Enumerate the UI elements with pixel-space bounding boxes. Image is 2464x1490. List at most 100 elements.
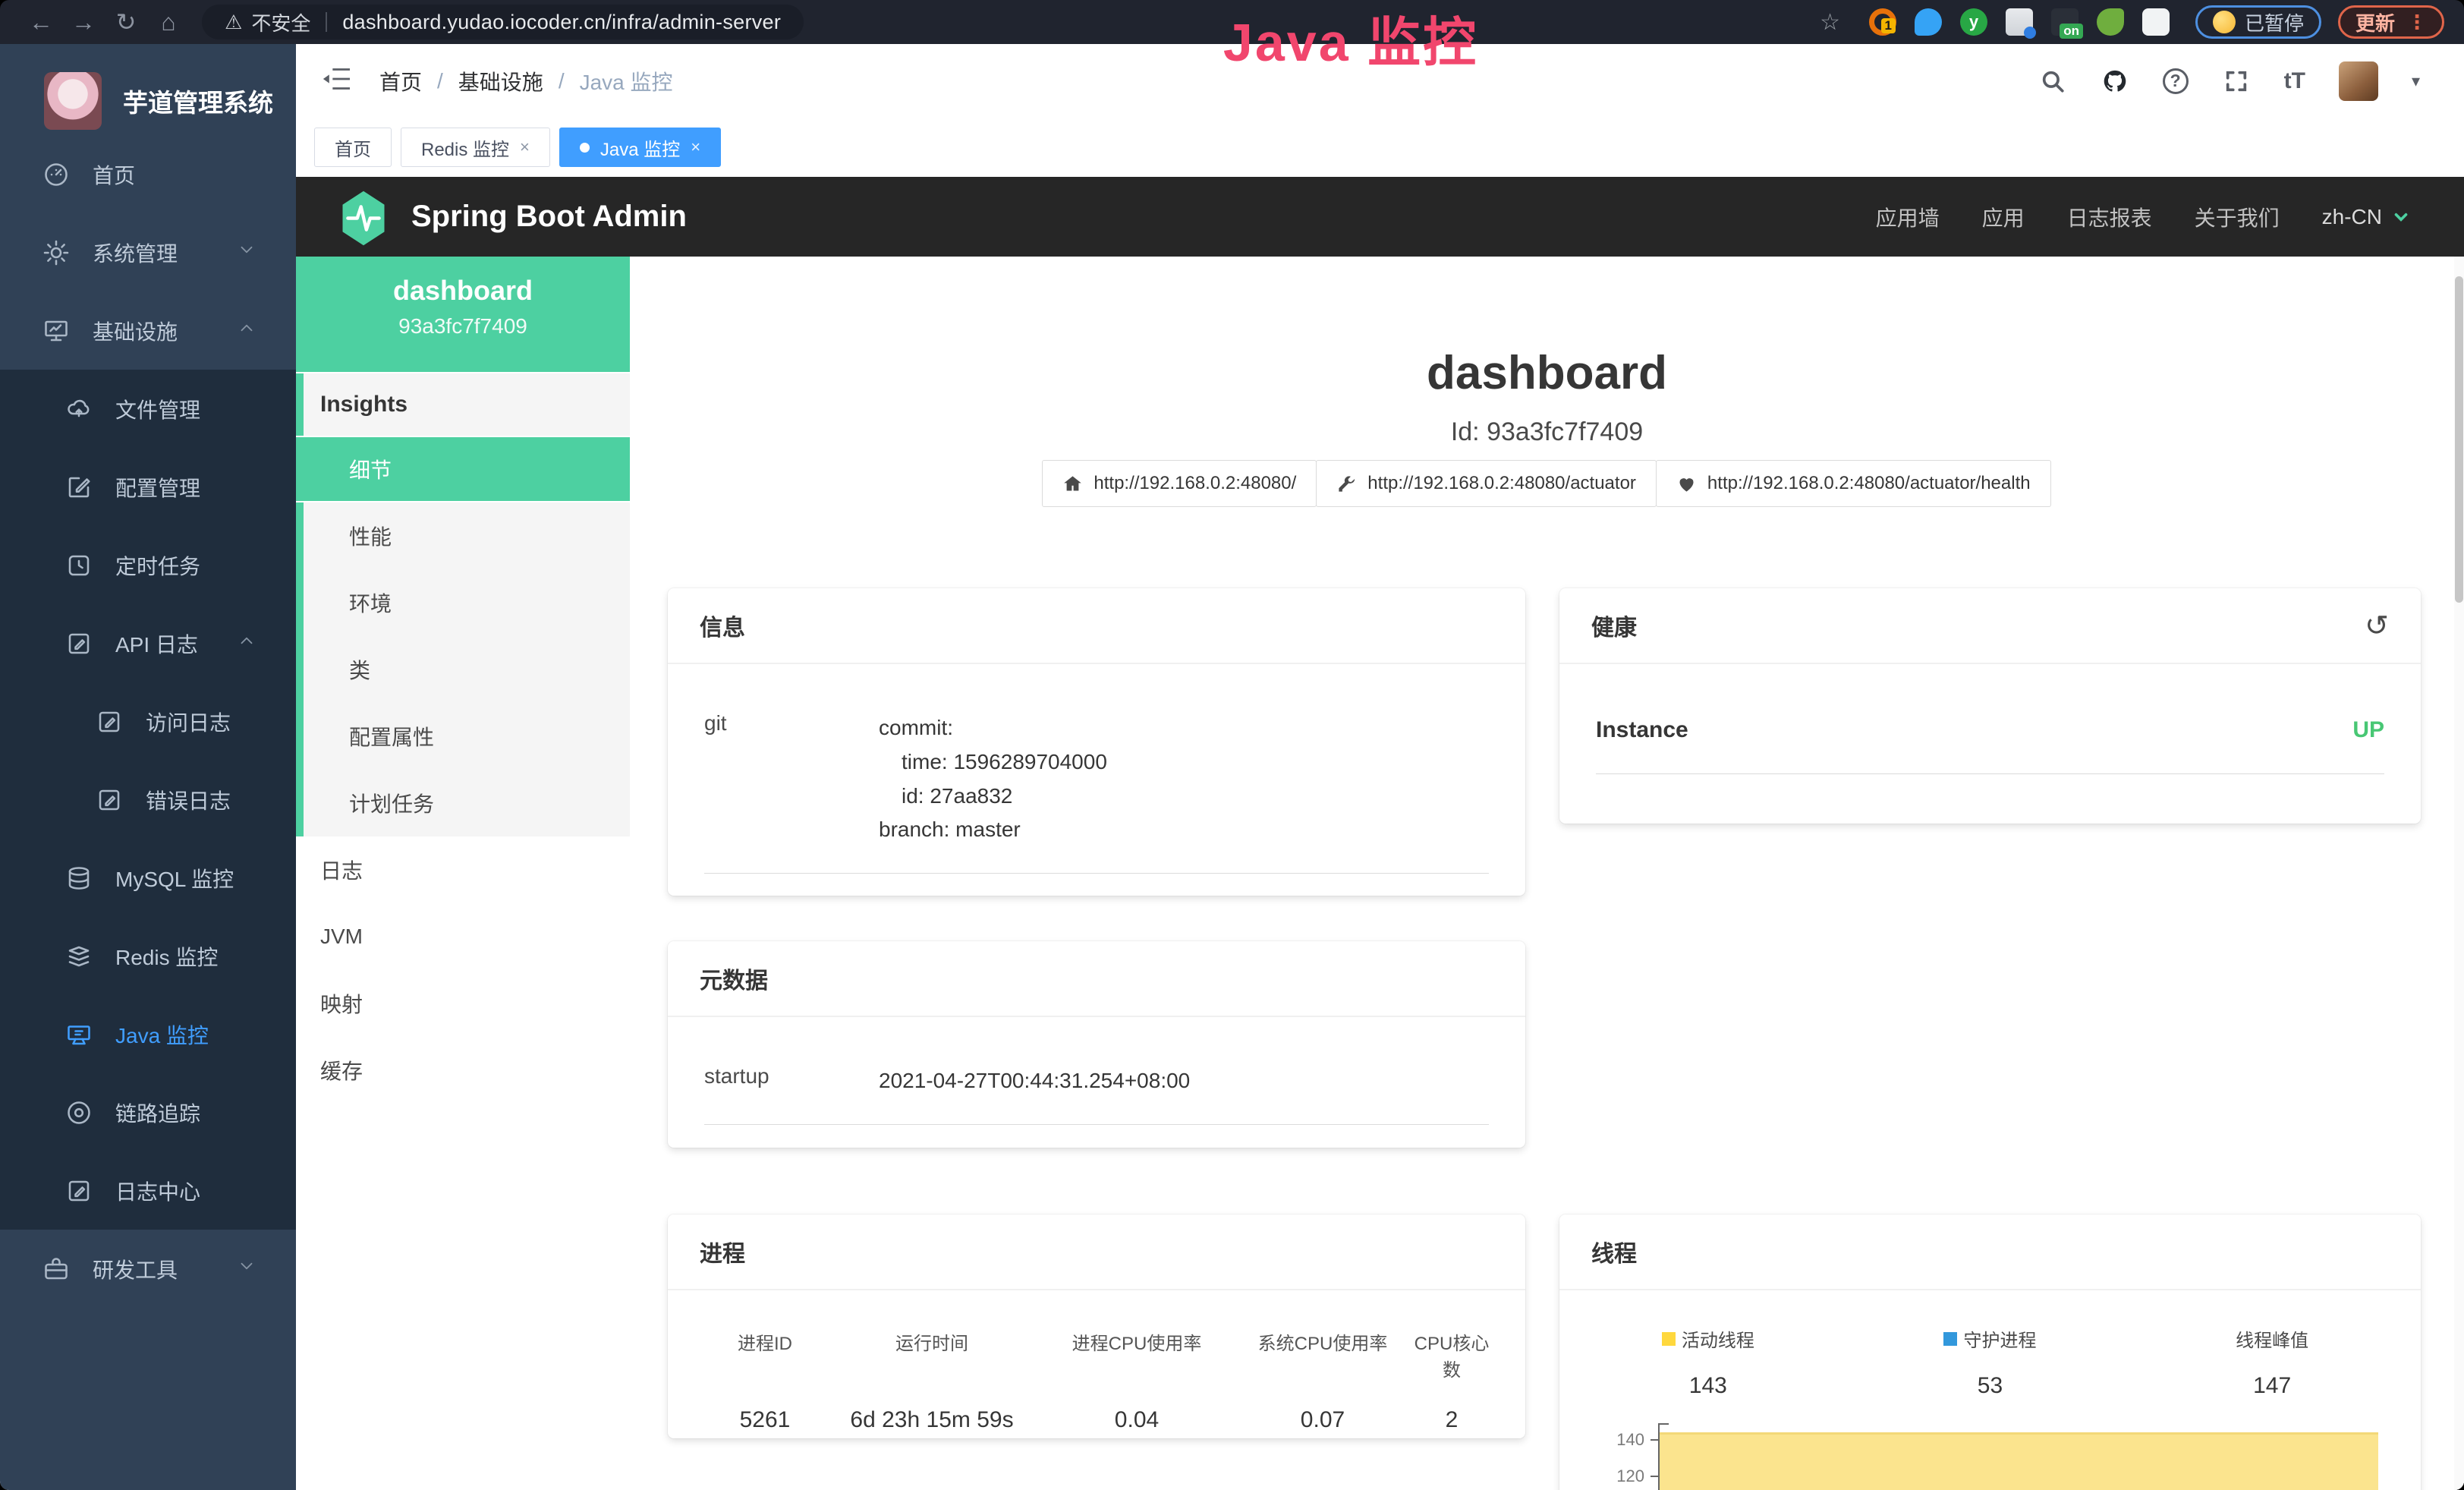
sba-nav-about[interactable]: 关于我们 [2195,202,2280,232]
close-icon[interactable]: × [691,137,700,157]
health-url-button[interactable]: http://192.168.0.2:48080/actuator/health [1656,460,2051,507]
forward-button[interactable]: → [62,8,105,36]
menu-item-scheduled-tasks[interactable]: 计划任务 [304,770,630,836]
legend-live-value: 143 [1567,1373,1849,1399]
update-button[interactable]: 更新 ⋮ [2338,5,2444,39]
service-url-button[interactable]: http://192.168.0.2:48080/ [1042,460,1317,507]
sidebar-item-config[interactable]: 配置管理 [0,448,296,526]
history-icon[interactable]: ↺ [2365,609,2389,643]
avatar-caret-icon[interactable]: ▾ [2412,71,2420,91]
edit-icon [65,474,93,501]
sidebar-item-label: API 日志 [115,628,198,659]
close-icon[interactable]: × [520,137,530,157]
process-card: 进程 进程ID 运行时间 进程CPU使用率 系统CPU使用率 CPU核心数 52… [668,1214,1525,1438]
sba-nav-journal[interactable]: 日志报表 [2067,202,2152,232]
sidebar-item-system[interactable]: 系统管理 [0,213,296,291]
sidebar-item-label: 文件管理 [115,394,200,424]
health-card-title: 健康 [1591,609,1637,642]
sidebar-item-home[interactable]: 首页 [0,135,296,213]
sidebar-item-jobs[interactable]: 定时任务 [0,526,296,604]
sba-nav-applications[interactable]: 应用 [1982,202,2025,232]
sidebar-item-error-log[interactable]: 错误日志 [0,761,296,839]
extension-pin-icon[interactable] [1915,8,1942,36]
help-icon[interactable]: ? [2163,68,2189,94]
menu-item-environment[interactable]: 环境 [304,569,630,636]
instance-sidebar: dashboard 93a3fc7f7409 Insights 细节 性能 环境… [296,257,630,1490]
status-badge: UP [2352,717,2384,743]
extension-leaf-icon[interactable] [2097,8,2124,36]
sidebar-item-files[interactable]: 文件管理 [0,370,296,448]
reload-button[interactable]: ↻ [105,8,147,36]
spring-boot-admin-logo [338,189,389,245]
extension-grid-icon[interactable] [2006,8,2033,36]
sidebar-fold-icon[interactable] [322,66,352,96]
menu-item-details[interactable]: 细节 [296,436,630,502]
sba-nav-wallboard[interactable]: 应用墙 [1876,202,1940,232]
menu-item-caches[interactable]: 缓存 [296,1037,630,1104]
sidebar-item-api-log[interactable]: API 日志 [0,604,296,682]
threads-card-title: 线程 [1591,1235,1637,1268]
spring-boot-admin-header: Spring Boot Admin 应用墙 应用 日志报表 关于我们 zh-CN [296,177,2464,257]
url-text[interactable]: dashboard.yudao.iocoder.cn/infra/admin-s… [342,11,781,34]
insights-section-label: Insights [304,373,630,436]
menu-item-logs[interactable]: 日志 [296,836,630,903]
sidebar-item-label: 链路追踪 [115,1098,200,1128]
insights-section: Insights 细节 性能 环境 类 配置属性 计划任务 [296,373,630,836]
emoji-icon [2213,11,2236,33]
sidebar-item-java-monitor[interactable]: Java 监控 [0,995,296,1073]
browser-window: ← → ↻ ⌂ ⚠ 不安全 dashboard.yudao.iocoder.cn… [0,0,2464,1490]
home-button[interactable]: ⌂ [147,8,190,36]
tab-home[interactable]: 首页 [314,128,392,167]
sidebar-item-redis[interactable]: Redis 监控 [0,917,296,995]
sidebar-item-label: 访问日志 [146,707,231,737]
breadcrumb-separator: / [559,69,565,93]
health-url: http://192.168.0.2:48080/actuator/health [1707,473,2031,494]
extension-icon[interactable]: 1 [1869,8,1896,36]
sidebar-item-mysql[interactable]: MySQL 监控 [0,839,296,917]
search-icon[interactable] [2038,67,2067,96]
chevron-down-icon [237,240,256,265]
sidebar-item-access-log[interactable]: 访问日志 [0,682,296,761]
kebab-menu-icon[interactable]: ⋮ [2407,11,2427,34]
bookmark-star-icon[interactable]: ☆ [1820,9,1840,36]
toolbox-icon [42,1255,70,1283]
metadata-startup-row: startup 2021-04-27T00:44:31.254+08:00 [704,1044,1489,1125]
sidebar-item-dev-tools[interactable]: 研发工具 [0,1230,296,1308]
menu-item-classes[interactable]: 类 [304,636,630,703]
back-button[interactable]: ← [20,8,62,36]
sidebar-item-label: 错误日志 [146,785,231,815]
menu-item-jvm[interactable]: JVM [296,903,630,970]
extensions-puzzle-icon[interactable] [2142,8,2170,36]
github-icon[interactable] [2101,67,2129,96]
scrollbar-thumb[interactable] [2455,276,2463,603]
security-label[interactable]: 不安全 [251,8,310,36]
app-logo-row[interactable]: 芋道管理系统 [0,44,296,144]
chevron-up-icon [237,318,256,343]
sidebar-item-log-center[interactable]: 日志中心 [0,1151,296,1230]
sidebar-item-infra[interactable]: 基础设施 [0,291,296,370]
tab-redis-monitor[interactable]: Redis 监控 × [401,128,550,167]
locale-label: zh-CN [2322,205,2382,229]
paused-badge[interactable]: 已暂停 [2195,5,2321,39]
extension-switch-icon[interactable]: on [2051,8,2079,36]
breadcrumb-home[interactable]: 首页 [379,66,422,96]
instance-header[interactable]: dashboard 93a3fc7f7409 [296,257,630,372]
tab-java-monitor[interactable]: Java 监控 × [559,128,721,167]
menu-item-config-props[interactable]: 配置属性 [304,703,630,770]
menu-item-metrics[interactable]: 性能 [304,502,630,569]
menu-item-mappings[interactable]: 映射 [296,970,630,1037]
sidebar-item-tracing[interactable]: 链路追踪 [0,1073,296,1151]
font-size-icon[interactable]: tT [2284,68,2305,94]
user-avatar[interactable] [2339,61,2378,101]
git-time-line: time: 1596289704000 [879,745,1107,780]
address-bar[interactable]: ⚠ 不安全 dashboard.yudao.iocoder.cn/infra/a… [202,5,804,39]
locale-selector[interactable]: zh-CN [2322,205,2411,229]
scrollbar[interactable] [2454,257,2464,1490]
extension-y-icon[interactable]: y [1960,8,1987,36]
sidebar-item-label: Java 监控 [115,1019,209,1050]
actuator-url-button[interactable]: http://192.168.0.2:48080/actuator [1316,460,1657,507]
fullscreen-icon[interactable] [2222,67,2251,96]
col-uptime: 运行时间 [826,1328,1038,1407]
gear-icon [42,239,70,266]
log-edit-icon [65,1177,93,1205]
